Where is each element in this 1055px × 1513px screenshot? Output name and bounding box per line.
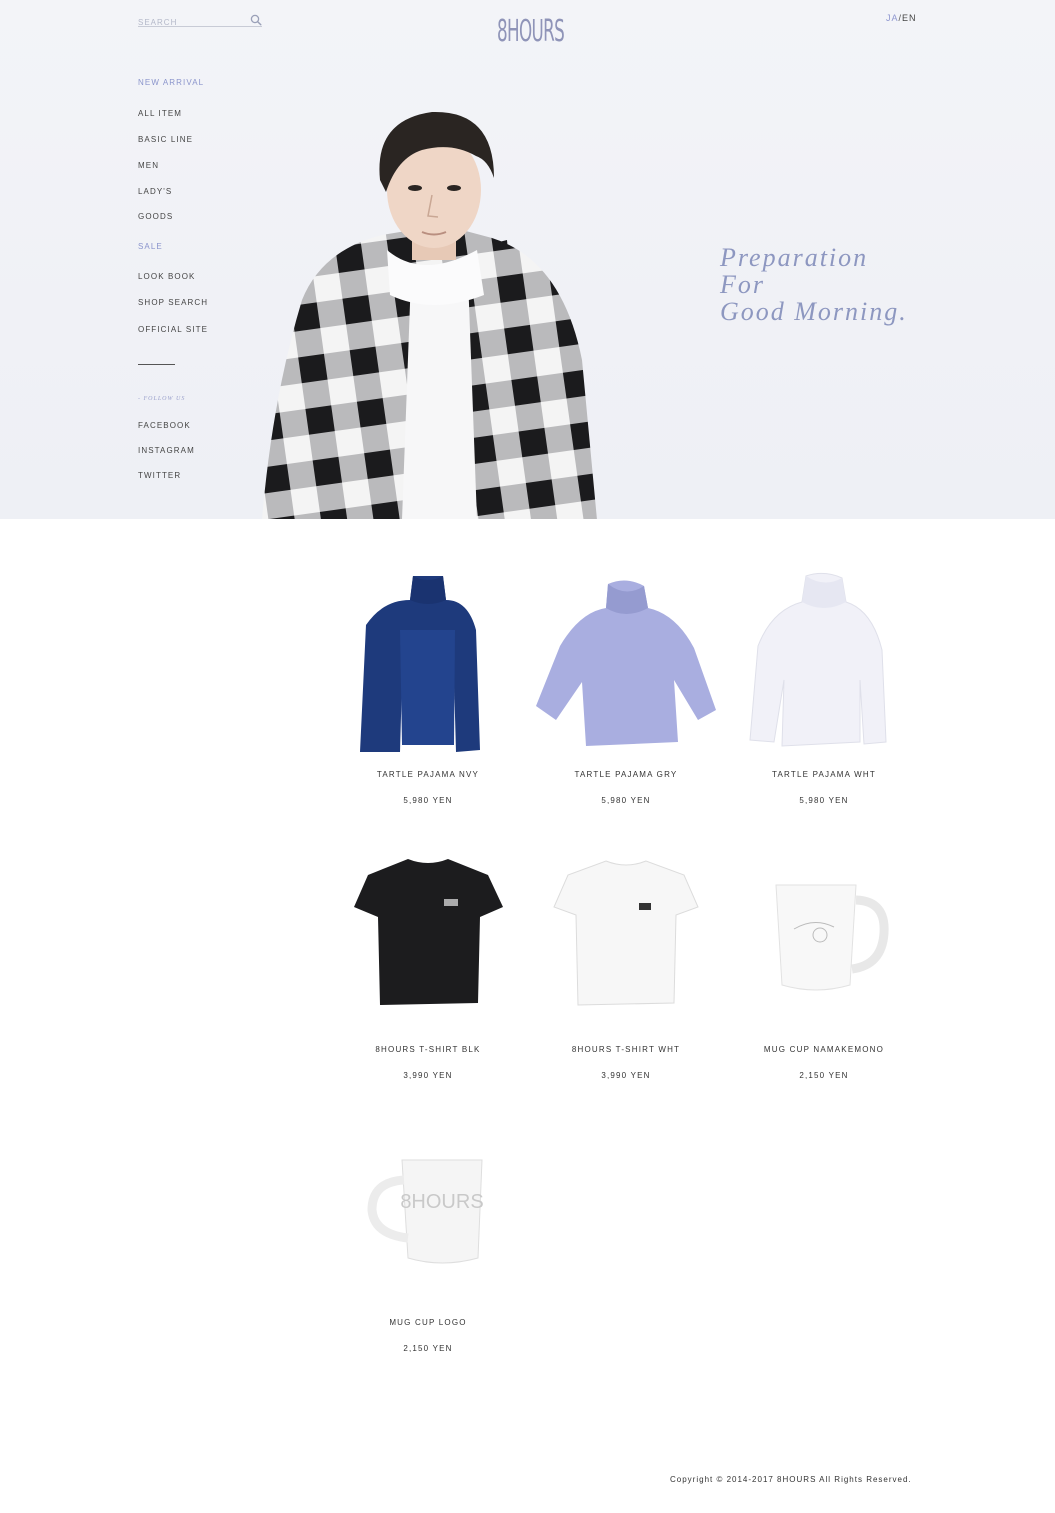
product-image-mug-logo[interactable]: 8HOURS bbox=[328, 1118, 528, 1308]
language-switch: JA/EN bbox=[886, 13, 917, 23]
product-name[interactable]: TARTLE PAJAMA NVY bbox=[328, 770, 528, 779]
product-image-white-tshirt[interactable] bbox=[526, 845, 726, 1035]
product-name[interactable]: MUG CUP LOGO bbox=[328, 1318, 528, 1327]
footer-copyright: Copyright © 2014-2017 8HOURS All Rights … bbox=[670, 1475, 912, 1484]
hero-model-image bbox=[262, 111, 597, 519]
product-image-black-tshirt[interactable] bbox=[328, 845, 528, 1035]
hero-tagline: Preparation For Good Morning. bbox=[720, 244, 908, 325]
nav-divider bbox=[138, 364, 175, 365]
product-image-white-turtleneck[interactable] bbox=[724, 570, 924, 760]
product-price: 5,980 YEN bbox=[799, 796, 849, 805]
svg-text:8HOURS: 8HOURS bbox=[400, 1191, 483, 1213]
nav-ladys[interactable]: LADY'S bbox=[138, 187, 172, 196]
lang-ja-link[interactable]: JA bbox=[886, 13, 899, 23]
product-name[interactable]: 8HOURS T-SHIRT BLK bbox=[328, 1045, 528, 1054]
social-instagram-link[interactable]: INSTAGRAM bbox=[138, 446, 195, 455]
tagline-line-3: Good Morning. bbox=[720, 297, 908, 326]
social-twitter-link[interactable]: TWITTER bbox=[138, 471, 181, 480]
nav-men[interactable]: MEN bbox=[138, 161, 159, 170]
nav-basic-line[interactable]: BASIC LINE bbox=[138, 135, 193, 144]
follow-us-label: - FOLLOW US bbox=[138, 396, 186, 402]
product-price: 3,990 YEN bbox=[403, 1071, 453, 1080]
site-logo[interactable]: 8HOURS bbox=[497, 14, 565, 49]
tagline-line-1: Preparation bbox=[720, 243, 869, 272]
search-box[interactable] bbox=[138, 12, 262, 29]
search-input[interactable] bbox=[138, 16, 246, 29]
nav-look-book[interactable]: LOOK BOOK bbox=[138, 272, 195, 281]
product-price: 5,980 YEN bbox=[601, 796, 651, 805]
product-price: 2,150 YEN bbox=[403, 1344, 453, 1353]
nav-new-arrival[interactable]: NEW ARRIVAL bbox=[138, 78, 204, 87]
product-price: 2,150 YEN bbox=[799, 1071, 849, 1080]
product-image-grey-turtleneck[interactable] bbox=[526, 570, 726, 760]
social-facebook-link[interactable]: FACEBOOK bbox=[138, 421, 191, 430]
tagline-line-2: For bbox=[720, 270, 765, 299]
nav-all-item[interactable]: ALL ITEM bbox=[138, 109, 182, 118]
product-image-navy-turtleneck[interactable] bbox=[328, 570, 528, 760]
product-price: 3,990 YEN bbox=[601, 1071, 651, 1080]
nav-shop-search[interactable]: SHOP SEARCH bbox=[138, 298, 208, 307]
product-name[interactable]: MUG CUP NAMAKEMONO bbox=[724, 1045, 924, 1054]
search-icon[interactable] bbox=[250, 14, 262, 26]
nav-goods[interactable]: GOODS bbox=[138, 212, 173, 221]
product-image-mug-sloth[interactable] bbox=[724, 845, 924, 1035]
product-price: 5,980 YEN bbox=[403, 796, 453, 805]
nav-official-site[interactable]: OFFICIAL SITE bbox=[138, 325, 208, 334]
product-name[interactable]: 8HOURS T-SHIRT WHT bbox=[526, 1045, 726, 1054]
lang-en-link[interactable]: EN bbox=[902, 13, 917, 23]
nav-sale[interactable]: SALE bbox=[138, 242, 163, 251]
hero-section: 8HOURS JA/EN NEW ARRIVAL ALL ITEM BASIC … bbox=[0, 0, 1055, 519]
product-name[interactable]: TARTLE PAJAMA WHT bbox=[724, 770, 924, 779]
product-name[interactable]: TARTLE PAJAMA GRY bbox=[526, 770, 726, 779]
